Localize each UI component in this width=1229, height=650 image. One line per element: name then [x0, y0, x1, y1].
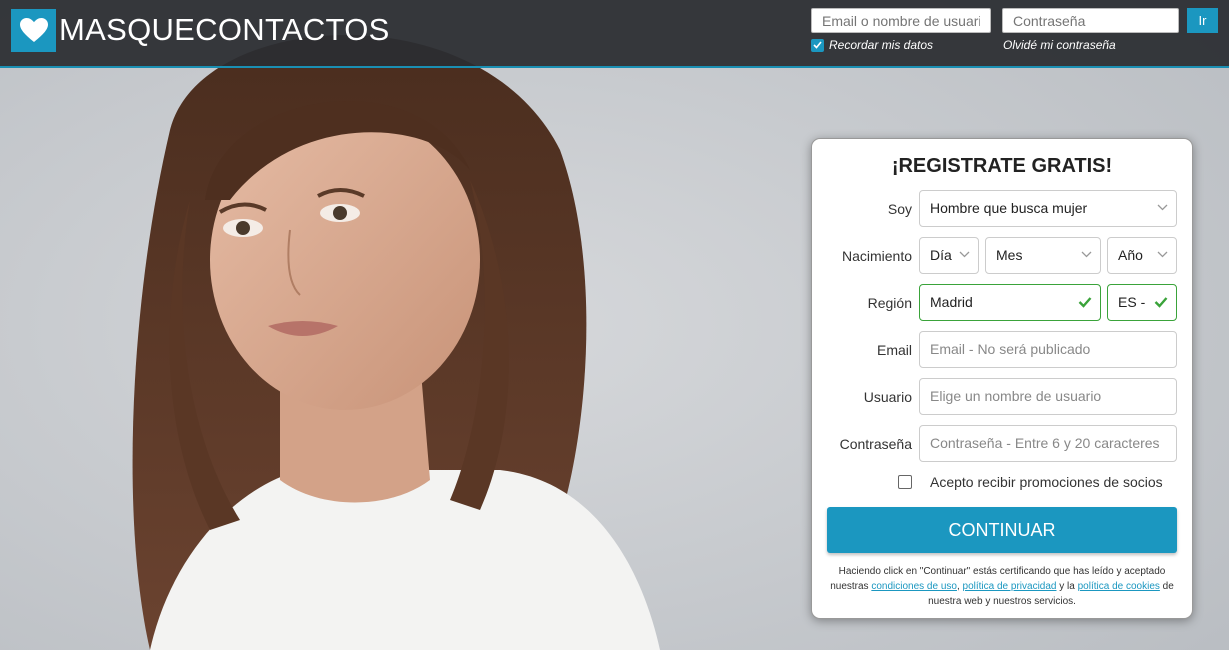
- privacy-link[interactable]: política de privacidad: [963, 581, 1057, 592]
- soy-label: Soy: [887, 201, 912, 217]
- chevron-down-icon: [1157, 204, 1168, 211]
- registration-form: ¡REGISTRATE GRATIS! Soy Hombre que busca…: [811, 138, 1193, 619]
- country-value: ES -: [1118, 294, 1146, 310]
- region-label: Región: [867, 295, 912, 311]
- chevron-down-icon: [1081, 251, 1092, 258]
- birth-month-value: Mes: [996, 247, 1023, 263]
- remember-me-label: Recordar mis datos: [829, 38, 934, 52]
- birth-year-select[interactable]: Año: [1107, 237, 1177, 274]
- region-value: Madrid: [930, 294, 973, 310]
- email-input[interactable]: Email - No será publicado: [919, 331, 1177, 368]
- country-select[interactable]: ES -: [1107, 284, 1177, 321]
- birth-label: Nacimiento: [841, 248, 912, 264]
- birth-month-select[interactable]: Mes: [985, 237, 1101, 274]
- login-password-input[interactable]: [1002, 8, 1179, 33]
- check-icon: [1078, 297, 1092, 308]
- username-input[interactable]: Elige un nombre de usuario: [919, 378, 1177, 415]
- birth-day-select[interactable]: Día: [919, 237, 979, 274]
- top-bar: MASQUECONTACTOS Ir Recordar mis datos Ol…: [0, 0, 1229, 68]
- gender-seeking-select[interactable]: Hombre que busca mujer: [919, 190, 1177, 227]
- remember-me-checkbox[interactable]: [811, 38, 824, 52]
- gender-seeking-value: Hombre que busca mujer: [930, 200, 1088, 216]
- password-label: Contraseña: [839, 436, 912, 452]
- chevron-down-icon: [959, 251, 970, 258]
- forgot-password-link[interactable]: Olvidé mi contraseña: [1003, 38, 1116, 52]
- form-title: ¡REGISTRATE GRATIS!: [891, 155, 1113, 177]
- heart-logo-icon[interactable]: [11, 9, 56, 52]
- legal-notice: Haciendo click en "Continuar" estás cert…: [824, 564, 1180, 609]
- username-label: Usuario: [863, 389, 912, 405]
- promotions-toggle[interactable]: Acepto recibir promociones de socios: [898, 474, 1163, 490]
- password-input[interactable]: Contraseña - Entre 6 y 20 caracteres: [919, 425, 1177, 462]
- birth-day-value: Día: [930, 247, 952, 263]
- remember-me-toggle[interactable]: Recordar mis datos: [811, 38, 933, 52]
- email-label: Email: [876, 342, 912, 358]
- promotions-checkbox[interactable]: [898, 475, 912, 489]
- birth-year-value: Año: [1118, 247, 1143, 263]
- brand-name[interactable]: MASQUECONTACTOS: [59, 12, 390, 48]
- login-go-button[interactable]: Ir: [1187, 8, 1218, 33]
- promotions-label: Acepto recibir promociones de socios: [930, 474, 1163, 490]
- region-select[interactable]: Madrid: [919, 284, 1101, 321]
- terms-link[interactable]: condiciones de uso: [871, 581, 957, 592]
- legal-separator: ,: [956, 581, 960, 592]
- cookies-link[interactable]: política de cookies: [1078, 581, 1160, 592]
- login-username-input[interactable]: [811, 8, 991, 33]
- check-icon: [1154, 297, 1168, 308]
- continue-button[interactable]: CONTINUAR: [827, 507, 1177, 553]
- legal-and: y la: [1059, 581, 1075, 592]
- chevron-down-icon: [1157, 251, 1168, 258]
